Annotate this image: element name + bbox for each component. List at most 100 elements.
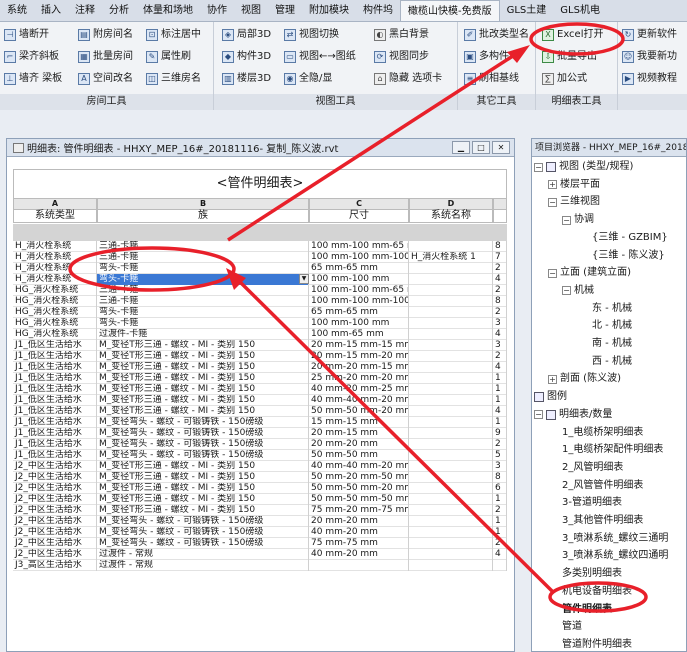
cell-count[interactable]: 8 — [493, 296, 507, 307]
column-letter-b[interactable]: B — [97, 199, 309, 210]
cell-system-type[interactable]: J2_中区生活给水 — [13, 549, 97, 560]
cell-family[interactable]: M_变径弯头 - 螺纹 - 可锻铸铁 - 150磅级 — [97, 428, 309, 439]
table-row[interactable]: J2_中区生活给水 M_变径T形三通 - 螺纹 - MI - 类别 150 50 m… — [13, 472, 507, 483]
multi-component-button[interactable]: ▣ 多构件 — [464, 48, 509, 66]
cell-count[interactable]: 2 — [493, 439, 507, 450]
cell-family[interactable]: M_变径T形三通 - 螺纹 - MI - 类别 150 — [97, 505, 309, 516]
browser-item[interactable]: 多类别明细表 — [562, 566, 622, 582]
batch-room-button[interactable]: ▦ 批量房间 — [78, 48, 133, 66]
cell-family[interactable]: 弯头-卡箍 — [97, 318, 309, 329]
cell-count[interactable] — [493, 560, 507, 571]
cell-count[interactable]: 2 — [493, 285, 507, 296]
cell-family[interactable]: M_变径T形三通 - 螺纹 - MI - 类别 150 — [97, 384, 309, 395]
attach-room-name-button[interactable]: ▤ 附房间名 — [78, 26, 133, 44]
cell-system-name[interactable] — [409, 560, 493, 571]
browser-item[interactable]: − 视图 (类型/规程) — [534, 159, 633, 175]
cell-family[interactable]: M_变径T形三通 - 螺纹 - MI - 类别 150 — [97, 494, 309, 505]
table-row[interactable]: H_消火栓系统 弯头-卡箍 65 mm-65 mm 2 — [13, 263, 507, 274]
table-row[interactable]: J2_中区生活给水 M_变径T形三通 - 螺纹 - MI - 类别 150 50 m… — [13, 483, 507, 494]
cell-size[interactable]: 65 mm-65 mm — [309, 263, 409, 274]
cell-system-type[interactable]: J2_中区生活给水 — [13, 538, 97, 549]
3d-room-name-button[interactable]: ◫ 三维房名 — [146, 70, 201, 88]
cell-system-name[interactable]: H_消火栓系统 1 — [409, 252, 493, 263]
cell-count[interactable]: 3 — [493, 318, 507, 329]
cell-size[interactable]: 40 mm-20 mm — [309, 549, 409, 560]
table-row[interactable]: J1_低区生活给水 M_变径弯头 - 螺纹 - 可锻铸铁 - 150磅级 50 mm… — [13, 450, 507, 461]
cell-system-type[interactable]: J2_中区生活给水 — [13, 516, 97, 527]
hide-tab-button[interactable]: ⌂ 隐藏 选项卡 — [374, 70, 442, 88]
cell-system-name[interactable] — [409, 494, 493, 505]
table-row[interactable]: J2_中区生活给水 M_变径T形三通 - 螺纹 - MI - 类别 150 40 m… — [13, 461, 507, 472]
cell-size[interactable]: 40 mm-40 mm-20 mm — [309, 461, 409, 472]
cell-system-name[interactable] — [409, 274, 493, 285]
collapse-icon[interactable]: − — [534, 410, 543, 420]
table-row[interactable]: J1_低区生活给水 M_变径弯头 - 螺纹 - 可锻铸铁 - 150磅级 20 mm… — [13, 439, 507, 450]
cell-family[interactable]: 弯头-卡箍 — [97, 307, 309, 318]
tab-annotate[interactable]: 注释 — [68, 0, 102, 21]
wall-align-beam-slab-button[interactable]: ⊥ 墙齐 梁板 — [4, 70, 62, 88]
cell-system-type[interactable]: J1_低区生活给水 — [13, 417, 97, 428]
table-row[interactable]: HG_消火栓系统 弯头-卡箍 100 mm-100 mm 3 — [13, 318, 507, 329]
cell-system-type[interactable]: H_消火栓系统 — [13, 241, 97, 252]
cell-system-type[interactable]: J1_低区生活给水 — [13, 428, 97, 439]
browser-item[interactable]: 2_风管明细表 — [562, 460, 623, 476]
cell-count[interactable]: 8 — [493, 241, 507, 252]
collapse-icon[interactable]: − — [534, 162, 543, 172]
cell-system-name[interactable] — [409, 428, 493, 439]
tab-addins[interactable]: 附加模块 — [302, 0, 356, 21]
cell-system-name[interactable] — [409, 406, 493, 417]
cell-count[interactable]: 3 — [493, 461, 507, 472]
cell-system-name[interactable] — [409, 329, 493, 340]
table-row[interactable]: J1_低区生活给水 M_变径T形三通 - 螺纹 - MI - 类别 150 25 m… — [13, 373, 507, 384]
browser-item[interactable]: − 机械 — [562, 283, 594, 299]
collapse-icon[interactable]: − — [562, 286, 571, 296]
cell-count[interactable]: 4 — [493, 549, 507, 560]
cell-count[interactable]: 8 — [493, 472, 507, 483]
cell-system-type[interactable]: J2_中区生活给水 — [13, 483, 97, 494]
cell-size[interactable]: 100 mm-100 mm — [309, 274, 409, 285]
schedule-window-titlebar[interactable]: 明细表: 管件明细表 - HHXY_MEP_16#_20181116- 复制_陈… — [7, 139, 514, 157]
cell-system-name[interactable] — [409, 340, 493, 351]
column-letter-a[interactable]: A — [13, 199, 97, 210]
table-row[interactable]: J1_低区生活给水 M_变径T形三通 - 螺纹 - MI - 类别 150 40 m… — [13, 384, 507, 395]
cell-family[interactable]: M_变径T形三通 - 螺纹 - MI - 类别 150 — [97, 395, 309, 406]
cell-system-name[interactable] — [409, 362, 493, 373]
browser-item[interactable]: 南 - 机械 — [592, 336, 632, 352]
cell-system-name[interactable] — [409, 384, 493, 395]
cell-count[interactable]: 1 — [493, 373, 507, 384]
cell-system-type[interactable]: J2_中区生活给水 — [13, 505, 97, 516]
cell-size[interactable]: 50 mm-20 mm-50 mm — [309, 472, 409, 483]
cell-count[interactable]: 1 — [493, 527, 507, 538]
family-dropdown-arrow-icon[interactable]: ▼ — [299, 274, 309, 284]
cell-size[interactable]: 20 mm-15 mm — [309, 428, 409, 439]
table-row[interactable]: J2_中区生活给水 M_变径弯头 - 螺纹 - 可锻铸铁 - 150磅级 40 mm… — [13, 527, 507, 538]
cell-system-name[interactable] — [409, 263, 493, 274]
cell-count[interactable]: 5 — [493, 450, 507, 461]
browser-item[interactable]: 北 - 机械 — [592, 318, 632, 334]
table-row[interactable]: J2_中区生活给水 M_变径T形三通 - 螺纹 - MI - 类别 150 50 m… — [13, 494, 507, 505]
cell-size[interactable]: 40 mm-20 mm — [309, 527, 409, 538]
cell-family[interactable]: M_变径T形三通 - 螺纹 - MI - 类别 150 — [97, 461, 309, 472]
cell-size[interactable]: 50 mm-50 mm-20 mm — [309, 483, 409, 494]
table-row[interactable]: J1_低区生活给水 M_变径T形三通 - 螺纹 - MI - 类别 150 20 m… — [13, 340, 507, 351]
tab-glsoft-quickmodel[interactable]: 橄榄山快模-免费版 — [400, 0, 500, 21]
cell-system-type[interactable]: J2_中区生活给水 — [13, 527, 97, 538]
cell-size[interactable]: 100 mm-100 mm-100 m — [309, 252, 409, 263]
cell-system-type[interactable]: J1_低区生活给水 — [13, 406, 97, 417]
cell-system-name[interactable] — [409, 450, 493, 461]
cell-system-name[interactable] — [409, 351, 493, 362]
expand-icon[interactable]: + — [548, 180, 557, 190]
browser-item[interactable]: {三维 - 陈义波} — [592, 248, 665, 264]
cell-system-type[interactable]: J1_低区生活给水 — [13, 439, 97, 450]
browser-item[interactable]: 3-管道明细表 — [562, 495, 622, 511]
view-sync-button[interactable]: ⟳ 视图同步 — [374, 48, 429, 66]
table-row[interactable]: J1_低区生活给水 M_变径T形三通 - 螺纹 - MI - 类别 150 20 m… — [13, 351, 507, 362]
view-switch-button[interactable]: ⇄ 视图切换 — [284, 26, 339, 44]
cell-family[interactable]: 三通-卡箍 — [97, 241, 309, 252]
close-button[interactable]: ✕ — [492, 141, 510, 154]
browser-item[interactable]: 管道 — [562, 619, 582, 635]
cell-size[interactable]: 20 mm-20 mm-15 mm — [309, 362, 409, 373]
cell-system-name[interactable] — [409, 285, 493, 296]
cell-size[interactable]: 50 mm-50 mm — [309, 450, 409, 461]
browser-item[interactable]: − 三维视图 — [548, 194, 600, 210]
